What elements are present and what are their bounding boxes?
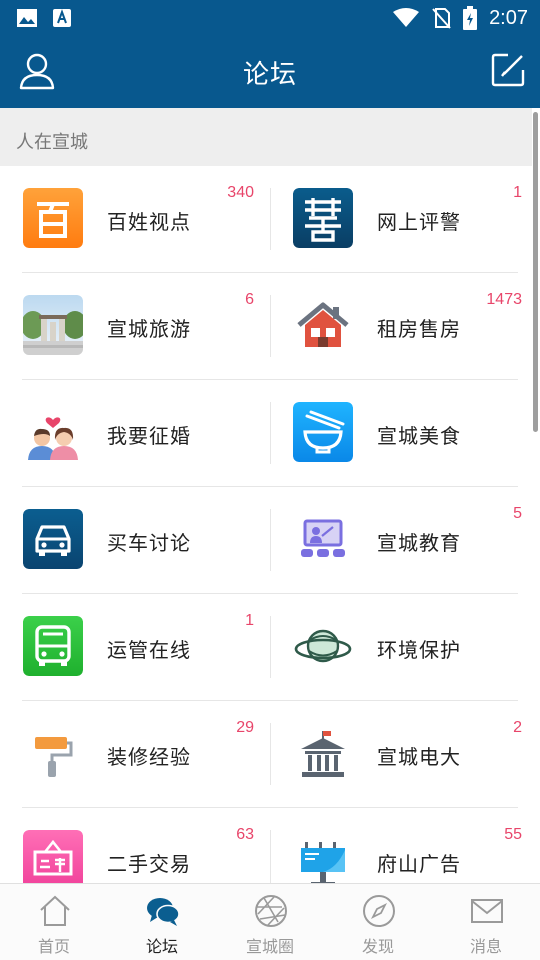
- post-count-badge: 2: [513, 719, 522, 736]
- car-icon: [23, 509, 83, 569]
- travel-photo-icon: [23, 295, 83, 355]
- forum-label: 百姓视点: [107, 210, 191, 234]
- secondhand-sign-icon: [23, 830, 83, 883]
- bottom-tab-bar: 首页 论坛 宣城圈 发现 消息: [0, 883, 540, 960]
- forum-label: 网上评警: [377, 210, 461, 234]
- forum-item-secondhand[interactable]: 二手交易 63: [0, 808, 270, 883]
- bowl-icon: [293, 402, 353, 462]
- forum-item-ads[interactable]: 府山广告 55: [270, 808, 540, 883]
- forum-row: 二手交易 63 府山广告 55: [0, 808, 540, 883]
- forum-item-university[interactable]: 宣城电大 2: [270, 701, 540, 808]
- image-icon: [17, 9, 37, 27]
- forum-item-travel[interactable]: 宣城旅游 6: [0, 273, 270, 380]
- forum-row: 装修经验 29 宣城电大 2: [0, 701, 540, 808]
- house-icon: [293, 295, 353, 355]
- post-count-badge: 6: [245, 291, 254, 308]
- forum-row: 百姓视点 340 网上评警 1: [0, 166, 540, 273]
- post-count-badge: 5: [513, 505, 522, 522]
- forum-label: 我要征婚: [107, 424, 191, 448]
- paint-roller-icon: [23, 723, 83, 783]
- forum-label: 运管在线: [107, 638, 191, 662]
- forum-item-police[interactable]: 网上评警 1: [270, 166, 540, 273]
- police-icon: [293, 188, 353, 248]
- forum-row: 宣城旅游 6 租房售房 1473: [0, 273, 540, 380]
- aperture-icon: [255, 895, 287, 927]
- tab-label: 消息: [469, 937, 502, 956]
- forum-label: 宣城电大: [377, 745, 461, 769]
- tab-label: 发现: [361, 937, 394, 956]
- forum-item-housing[interactable]: 租房售房 1473: [270, 273, 540, 380]
- post-count-badge: 1473: [486, 291, 522, 308]
- clock: 2:07: [489, 6, 528, 29]
- section-header: 人在宣城: [0, 108, 532, 166]
- couple-icon: [23, 402, 83, 462]
- forum-label: 租房售房: [377, 317, 461, 341]
- billboard-icon: [293, 830, 353, 883]
- forum-row: 我要征婚 宣城美食: [0, 380, 540, 487]
- post-count-badge: 29: [236, 719, 254, 736]
- post-count-badge: 1: [513, 184, 522, 201]
- mail-icon: [471, 899, 503, 923]
- forum-grid: 百姓视点 340 网上评警 1 宣城旅游 6 租房售房 1473 我要征婚 宣城…: [0, 166, 540, 883]
- tab-discover[interactable]: 发现: [324, 884, 432, 960]
- forum-label: 环境保护: [377, 638, 461, 662]
- forum-label: 府山广告: [377, 852, 461, 876]
- tab-messages[interactable]: 消息: [432, 884, 540, 960]
- chat-bubbles-icon: [147, 898, 180, 926]
- tab-forum[interactable]: 论坛: [108, 884, 216, 960]
- no-sim-icon: [432, 8, 451, 29]
- page-title: 论坛: [242, 60, 297, 90]
- university-icon: [293, 723, 353, 783]
- forum-item-baixing[interactable]: 百姓视点 340: [0, 166, 270, 273]
- forum-label: 宣城教育: [377, 531, 461, 555]
- home-icon: [40, 895, 70, 926]
- baixing-icon: [23, 188, 83, 248]
- post-count-badge: 55: [504, 826, 522, 843]
- tab-label: 首页: [37, 937, 70, 956]
- classroom-icon: [293, 509, 353, 569]
- battery-icon: [463, 6, 478, 30]
- app-bar: 论坛: [0, 36, 540, 108]
- forum-label: 买车讨论: [107, 531, 191, 555]
- bus-icon: [23, 616, 83, 676]
- compass-icon: [363, 895, 395, 927]
- forum-item-dating[interactable]: 我要征婚: [0, 380, 270, 487]
- post-count-badge: 340: [227, 184, 254, 201]
- keyboard-a-icon: [53, 9, 71, 27]
- forum-item-education[interactable]: 宣城教育 5: [270, 487, 540, 594]
- section-title: 人在宣城: [16, 132, 88, 153]
- post-count-badge: 63: [236, 826, 254, 843]
- forum-label: 宣城美食: [377, 424, 461, 448]
- forum-item-cars[interactable]: 买车讨论: [0, 487, 270, 594]
- forum-item-environment[interactable]: 环境保护: [270, 594, 540, 701]
- edit-icon[interactable]: [490, 52, 526, 88]
- tab-label: 宣城圈: [245, 937, 294, 956]
- post-count-badge: 1: [245, 612, 254, 629]
- status-bar: 2:07: [0, 0, 540, 36]
- forum-label: 宣城旅游: [107, 317, 191, 341]
- forum-label: 二手交易: [107, 852, 191, 876]
- tab-home[interactable]: 首页: [0, 884, 108, 960]
- wifi-icon: [393, 8, 420, 27]
- tab-label: 论坛: [145, 937, 178, 956]
- tab-circle[interactable]: 宣城圈: [216, 884, 324, 960]
- forum-row: 买车讨论 宣城教育 5: [0, 487, 540, 594]
- forum-item-transport[interactable]: 运管在线 1: [0, 594, 270, 701]
- forum-item-decoration[interactable]: 装修经验 29: [0, 701, 270, 808]
- forum-row: 运管在线 1 环境保护: [0, 594, 540, 701]
- forum-label: 装修经验: [107, 745, 191, 769]
- forum-item-food[interactable]: 宣城美食: [270, 380, 540, 487]
- planet-icon: [293, 616, 353, 676]
- scrollbar[interactable]: [533, 112, 538, 432]
